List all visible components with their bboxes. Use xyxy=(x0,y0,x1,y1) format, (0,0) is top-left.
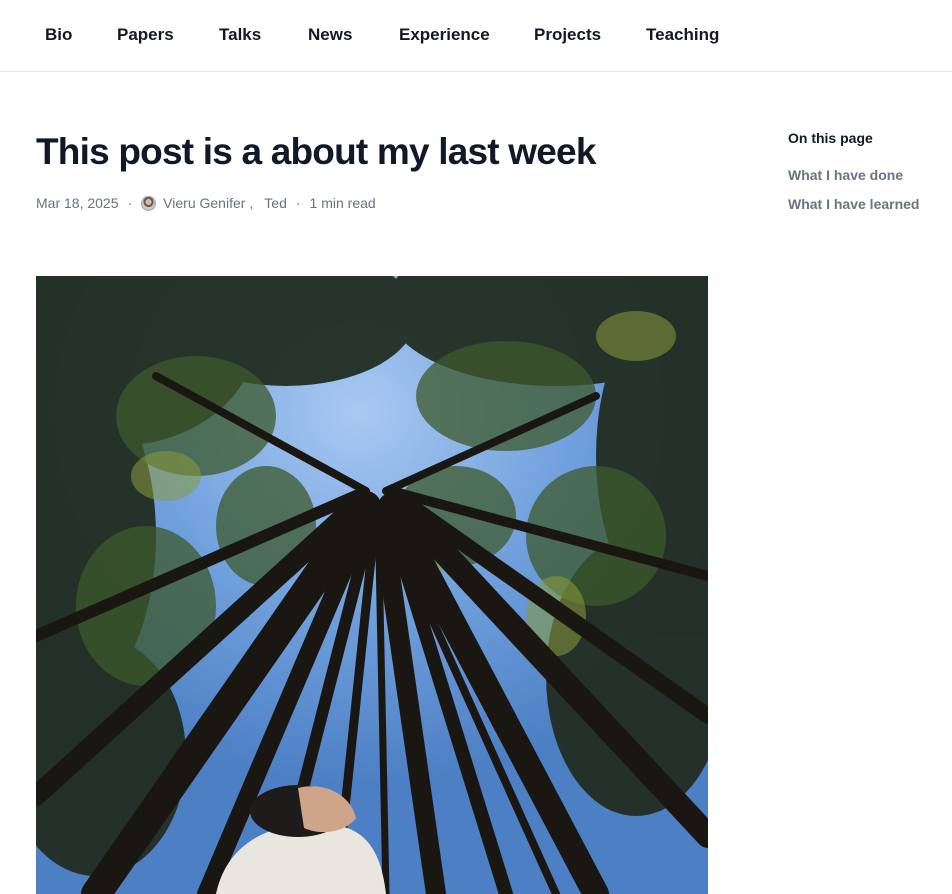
post-title: This post is a about my last week xyxy=(36,131,596,172)
author-separator: , xyxy=(249,195,254,211)
nav-experience-link[interactable]: Experience xyxy=(399,25,490,45)
toc-heading: On this page xyxy=(788,130,873,146)
author-avatar xyxy=(141,195,157,211)
author-link-ted[interactable]: Ted xyxy=(264,195,287,211)
nav-teaching-link[interactable]: Teaching xyxy=(646,25,719,45)
read-time: 1 min read xyxy=(309,195,376,211)
forest-canopy-photo xyxy=(36,276,708,894)
nav-bio-link[interactable]: Bio xyxy=(45,25,72,45)
post-date: Mar 18, 2025 xyxy=(36,195,119,211)
toc-link-what-i-have-done[interactable]: What I have done xyxy=(788,167,903,183)
nav-papers-link[interactable]: Papers xyxy=(117,25,174,45)
nav-news-link[interactable]: News xyxy=(308,25,352,45)
nav-talks-link[interactable]: Talks xyxy=(219,25,261,45)
post-featured-image xyxy=(36,276,708,894)
meta-separator: · xyxy=(295,195,301,211)
meta-separator: · xyxy=(127,195,133,211)
post-meta: Mar 18, 2025 · Vieru Genifer , Ted · 1 m… xyxy=(36,193,376,213)
toc-link-what-i-have-learned[interactable]: What I have learned xyxy=(788,196,919,212)
top-navbar: Bio Papers Talks News Experience Project… xyxy=(0,0,952,72)
nav-projects-link[interactable]: Projects xyxy=(534,25,601,45)
author-link-vieru[interactable]: Vieru Genifer xyxy=(163,195,245,211)
